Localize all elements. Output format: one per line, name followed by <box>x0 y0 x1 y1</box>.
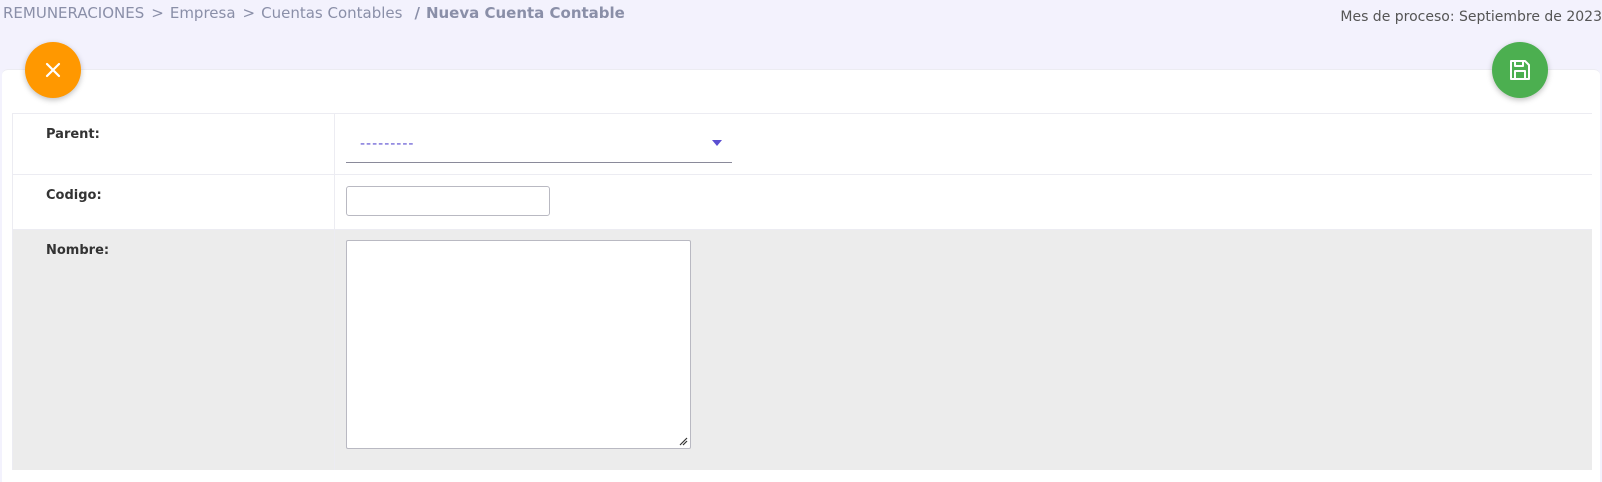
codigo-label: Codigo: <box>12 175 334 229</box>
floppy-disk-icon <box>1510 60 1530 80</box>
caret-down-icon <box>712 140 722 146</box>
form-table: Parent: --------- Codigo: Nombre: <box>12 113 1592 470</box>
resize-grip-icon[interactable] <box>678 436 688 446</box>
form-row-codigo: Codigo: <box>12 175 1592 230</box>
codigo-input[interactable] <box>346 186 550 216</box>
parent-select[interactable]: --------- <box>346 128 732 163</box>
breadcrumb: REMUNERACIONES > Empresa > Cuentas Conta… <box>3 4 625 22</box>
nombre-field-cell <box>334 230 1592 470</box>
breadcrumb-current-separator: / <box>414 4 420 22</box>
form-row-parent: Parent: --------- <box>12 114 1592 175</box>
process-month-label: Mes de proceso: Septiembre de 2023 <box>1340 9 1602 25</box>
nombre-label: Nombre: <box>12 230 334 470</box>
form-row-nombre: Nombre: <box>12 230 1592 470</box>
close-button[interactable] <box>25 42 81 98</box>
codigo-field-cell <box>334 175 1592 229</box>
breadcrumb-current: Nueva Cuenta Contable <box>425 4 625 22</box>
parent-label: Parent: <box>12 114 334 174</box>
save-button[interactable] <box>1492 42 1548 98</box>
breadcrumb-item-empresa[interactable]: Empresa <box>170 4 236 22</box>
parent-select-value: --------- <box>360 136 415 152</box>
breadcrumb-item-remuneraciones[interactable]: REMUNERACIONES <box>3 4 144 22</box>
breadcrumb-separator: > <box>242 4 256 22</box>
nombre-textarea[interactable] <box>346 240 691 449</box>
close-icon <box>45 62 61 78</box>
parent-field-cell: --------- <box>334 114 1592 174</box>
form-panel: Parent: --------- Codigo: Nombre: <box>2 69 1600 482</box>
breadcrumb-item-cuentas-contables[interactable]: Cuentas Contables <box>261 4 402 22</box>
breadcrumb-separator: > <box>151 4 164 22</box>
